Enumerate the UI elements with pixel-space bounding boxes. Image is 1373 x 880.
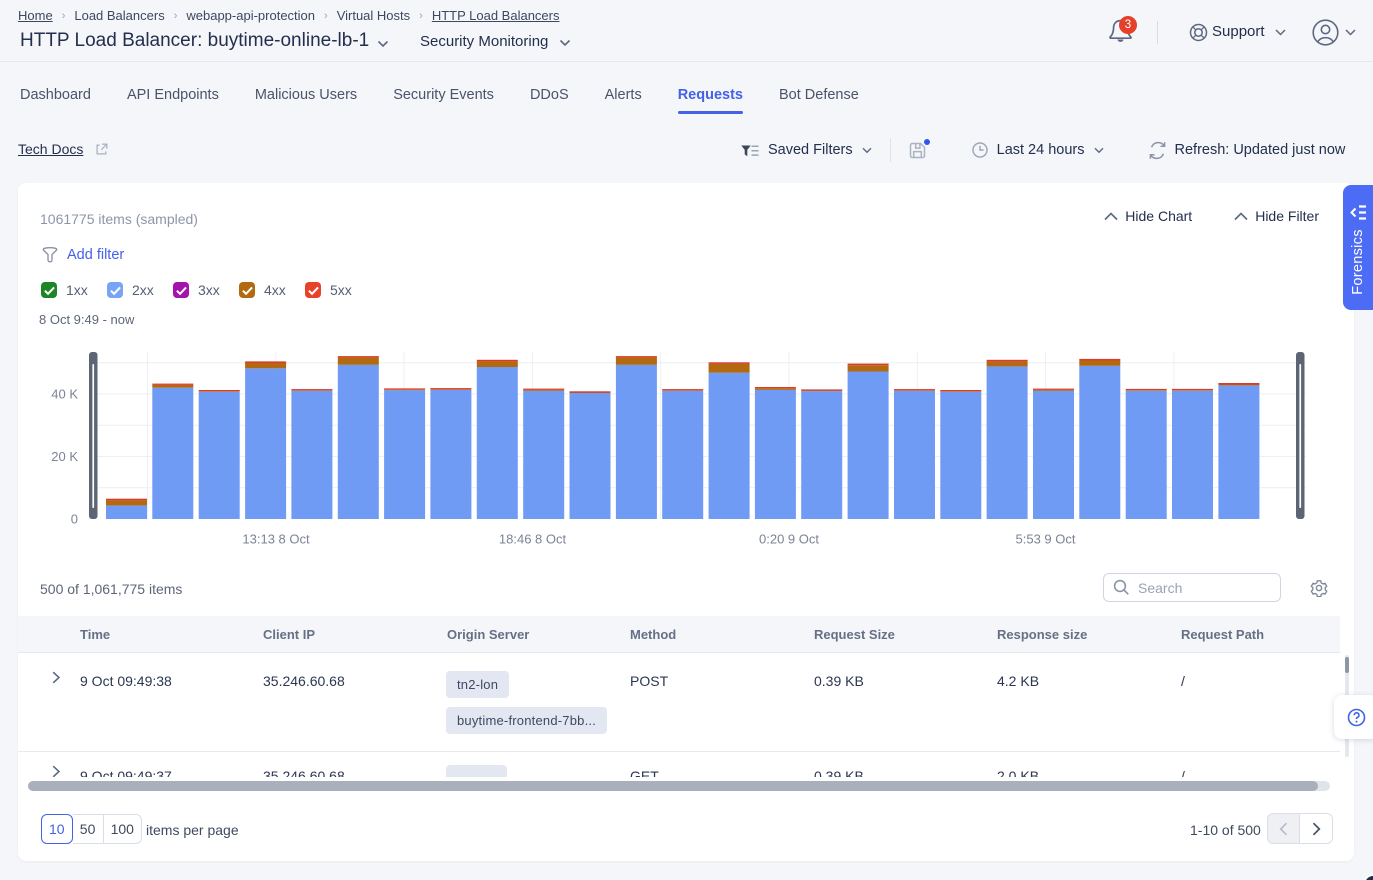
svg-text:5:53 9 Oct: 5:53 9 Oct <box>1016 532 1076 547</box>
svg-text:13:13 8 Oct: 13:13 8 Oct <box>242 532 310 547</box>
svg-text:40 K: 40 K <box>51 386 78 401</box>
svg-text:20 K: 20 K <box>51 449 78 464</box>
svg-text:0: 0 <box>71 512 78 527</box>
svg-text:0:20 9 Oct: 0:20 9 Oct <box>759 532 819 547</box>
svg-text:18:46 8 Oct: 18:46 8 Oct <box>499 532 567 547</box>
